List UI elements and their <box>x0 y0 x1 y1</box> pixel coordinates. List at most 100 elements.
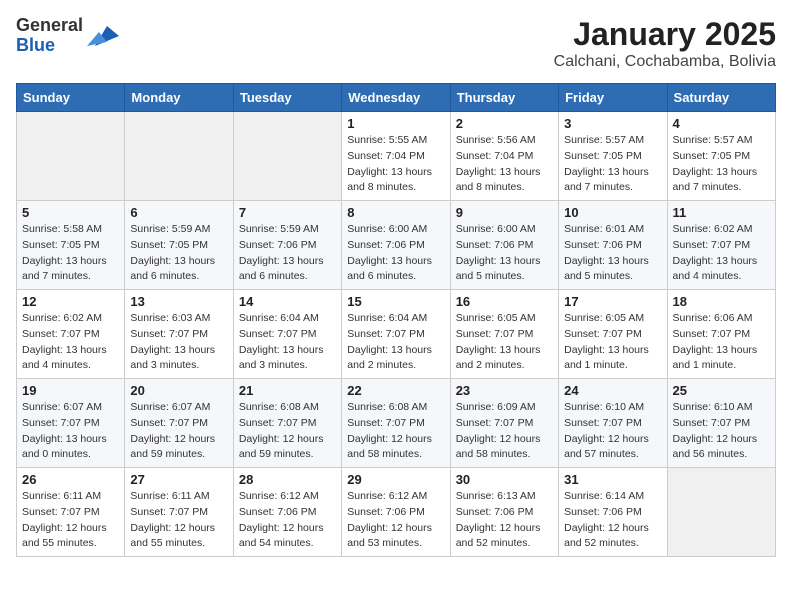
calendar-day-cell: 21 Sunrise: 6:08 AMSunset: 7:07 PMDayligh… <box>233 379 341 468</box>
calendar-day-cell: 17 Sunrise: 6:05 AMSunset: 7:07 PMDayligh… <box>559 290 667 379</box>
day-number: 22 <box>347 383 444 398</box>
day-info: Sunrise: 6:08 AMSunset: 7:07 PMDaylight:… <box>239 400 336 463</box>
weekday-header-row: SundayMondayTuesdayWednesdayThursdayFrid… <box>17 84 776 112</box>
day-number: 15 <box>347 294 444 309</box>
logo-icon <box>87 22 119 50</box>
calendar-day-cell: 11 Sunrise: 6:02 AMSunset: 7:07 PMDayligh… <box>667 201 775 290</box>
page-header: General Blue January 2025 Calchani, Coch… <box>16 16 776 71</box>
weekday-header-wednesday: Wednesday <box>342 84 450 112</box>
day-number: 9 <box>456 205 553 220</box>
calendar-day-cell: 15 Sunrise: 6:04 AMSunset: 7:07 PMDayligh… <box>342 290 450 379</box>
calendar-day-cell: 27 Sunrise: 6:11 AMSunset: 7:07 PMDayligh… <box>125 468 233 557</box>
calendar-day-cell: 30Sunrise: 6:13 AMSunset: 7:06 PMDayligh… <box>450 468 558 557</box>
day-info: Sunrise: 6:14 AMSunset: 7:06 PMDaylight:… <box>564 489 661 552</box>
day-number: 29 <box>347 472 444 487</box>
calendar-day-cell: 13 Sunrise: 6:03 AMSunset: 7:07 PMDayligh… <box>125 290 233 379</box>
weekday-header-sunday: Sunday <box>17 84 125 112</box>
calendar-day-cell: 6Sunrise: 5:59 AMSunset: 7:05 PMDaylight… <box>125 201 233 290</box>
day-number: 7 <box>239 205 336 220</box>
day-number: 4 <box>673 116 770 131</box>
calendar-day-cell: 25Sunrise: 6:10 AMSunset: 7:07 PMDayligh… <box>667 379 775 468</box>
calendar-day-cell: 3 Sunrise: 5:57 AMSunset: 7:05 PMDaylight… <box>559 112 667 201</box>
day-number: 3 <box>564 116 661 131</box>
weekday-header-friday: Friday <box>559 84 667 112</box>
calendar-day-cell: 8Sunrise: 6:00 AMSunset: 7:06 PMDaylight… <box>342 201 450 290</box>
calendar-day-cell: 28 Sunrise: 6:12 AMSunset: 7:06 PMDayligh… <box>233 468 341 557</box>
day-number: 6 <box>130 205 227 220</box>
calendar-day-cell: 19 Sunrise: 6:07 AMSunset: 7:07 PMDayligh… <box>17 379 125 468</box>
day-info: Sunrise: 6:02 AMSunset: 7:07 PMDaylight:… <box>673 222 770 285</box>
calendar-week-row: 26 Sunrise: 6:11 AMSunset: 7:07 PMDayligh… <box>17 468 776 557</box>
day-info: Sunrise: 5:57 AMSunset: 7:05 PMDaylight:… <box>673 133 770 196</box>
weekday-header-monday: Monday <box>125 84 233 112</box>
day-number: 23 <box>456 383 553 398</box>
calendar-week-row: 1Sunrise: 5:55 AMSunset: 7:04 PMDaylight… <box>17 112 776 201</box>
day-info: Sunrise: 6:07 AMSunset: 7:07 PMDaylight:… <box>22 400 119 463</box>
calendar-week-row: 5 Sunrise: 5:58 AMSunset: 7:05 PMDaylight… <box>17 201 776 290</box>
weekday-header-saturday: Saturday <box>667 84 775 112</box>
day-number: 12 <box>22 294 119 309</box>
day-info: Sunrise: 5:56 AMSunset: 7:04 PMDaylight:… <box>456 133 553 196</box>
month-year: January 2025 <box>554 16 776 53</box>
day-info: Sunrise: 6:00 AMSunset: 7:06 PMDaylight:… <box>347 222 444 285</box>
day-number: 25 <box>673 383 770 398</box>
day-number: 14 <box>239 294 336 309</box>
day-number: 2 <box>456 116 553 131</box>
day-number: 16 <box>456 294 553 309</box>
day-number: 10 <box>564 205 661 220</box>
calendar-day-cell: 23 Sunrise: 6:09 AMSunset: 7:07 PMDayligh… <box>450 379 558 468</box>
calendar-day-cell: 10 Sunrise: 6:01 AMSunset: 7:06 PMDayligh… <box>559 201 667 290</box>
day-info: Sunrise: 6:10 AMSunset: 7:07 PMDaylight:… <box>564 400 661 463</box>
title-block: January 2025 Calchani, Cochabamba, Boliv… <box>554 16 776 71</box>
day-number: 28 <box>239 472 336 487</box>
day-info: Sunrise: 6:12 AMSunset: 7:06 PMDaylight:… <box>239 489 336 552</box>
calendar-day-cell: 18Sunrise: 6:06 AMSunset: 7:07 PMDayligh… <box>667 290 775 379</box>
calendar-day-cell: 24Sunrise: 6:10 AMSunset: 7:07 PMDayligh… <box>559 379 667 468</box>
day-number: 19 <box>22 383 119 398</box>
day-number: 5 <box>22 205 119 220</box>
day-info: Sunrise: 6:11 AMSunset: 7:07 PMDaylight:… <box>22 489 119 552</box>
day-number: 20 <box>130 383 227 398</box>
calendar-day-cell: 7Sunrise: 5:59 AMSunset: 7:06 PMDaylight… <box>233 201 341 290</box>
logo: General Blue <box>16 16 119 56</box>
day-info: Sunrise: 5:58 AMSunset: 7:05 PMDaylight:… <box>22 222 119 285</box>
calendar-day-cell: 20 Sunrise: 6:07 AMSunset: 7:07 PMDayligh… <box>125 379 233 468</box>
day-info: Sunrise: 6:05 AMSunset: 7:07 PMDaylight:… <box>564 311 661 374</box>
calendar-day-cell: 2 Sunrise: 5:56 AMSunset: 7:04 PMDaylight… <box>450 112 558 201</box>
calendar-day-cell <box>125 112 233 201</box>
day-info: Sunrise: 6:01 AMSunset: 7:06 PMDaylight:… <box>564 222 661 285</box>
location: Calchani, Cochabamba, Bolivia <box>554 53 776 71</box>
day-number: 27 <box>130 472 227 487</box>
calendar-day-cell: 9 Sunrise: 6:00 AMSunset: 7:06 PMDaylight… <box>450 201 558 290</box>
day-info: Sunrise: 6:08 AMSunset: 7:07 PMDaylight:… <box>347 400 444 463</box>
calendar-table: SundayMondayTuesdayWednesdayThursdayFrid… <box>16 83 776 557</box>
calendar-day-cell: 14 Sunrise: 6:04 AMSunset: 7:07 PMDayligh… <box>233 290 341 379</box>
day-info: Sunrise: 6:03 AMSunset: 7:07 PMDaylight:… <box>130 311 227 374</box>
day-info: Sunrise: 5:57 AMSunset: 7:05 PMDaylight:… <box>564 133 661 196</box>
calendar-day-cell: 31Sunrise: 6:14 AMSunset: 7:06 PMDayligh… <box>559 468 667 557</box>
day-number: 11 <box>673 205 770 220</box>
day-number: 21 <box>239 383 336 398</box>
calendar-day-cell <box>667 468 775 557</box>
day-info: Sunrise: 6:04 AMSunset: 7:07 PMDaylight:… <box>239 311 336 374</box>
day-info: Sunrise: 6:02 AMSunset: 7:07 PMDaylight:… <box>22 311 119 374</box>
calendar-day-cell: 12 Sunrise: 6:02 AMSunset: 7:07 PMDayligh… <box>17 290 125 379</box>
day-info: Sunrise: 6:04 AMSunset: 7:07 PMDaylight:… <box>347 311 444 374</box>
calendar-day-cell: 1Sunrise: 5:55 AMSunset: 7:04 PMDaylight… <box>342 112 450 201</box>
logo-general: General <box>16 16 83 36</box>
calendar-day-cell <box>233 112 341 201</box>
day-number: 26 <box>22 472 119 487</box>
calendar-day-cell: 16 Sunrise: 6:05 AMSunset: 7:07 PMDayligh… <box>450 290 558 379</box>
day-info: Sunrise: 6:09 AMSunset: 7:07 PMDaylight:… <box>456 400 553 463</box>
day-info: Sunrise: 6:07 AMSunset: 7:07 PMDaylight:… <box>130 400 227 463</box>
calendar-day-cell: 26 Sunrise: 6:11 AMSunset: 7:07 PMDayligh… <box>17 468 125 557</box>
day-info: Sunrise: 6:00 AMSunset: 7:06 PMDaylight:… <box>456 222 553 285</box>
day-number: 13 <box>130 294 227 309</box>
day-info: Sunrise: 6:05 AMSunset: 7:07 PMDaylight:… <box>456 311 553 374</box>
day-info: Sunrise: 6:11 AMSunset: 7:07 PMDaylight:… <box>130 489 227 552</box>
day-number: 1 <box>347 116 444 131</box>
day-number: 30 <box>456 472 553 487</box>
calendar-day-cell: 29Sunrise: 6:12 AMSunset: 7:06 PMDayligh… <box>342 468 450 557</box>
day-number: 18 <box>673 294 770 309</box>
day-number: 17 <box>564 294 661 309</box>
